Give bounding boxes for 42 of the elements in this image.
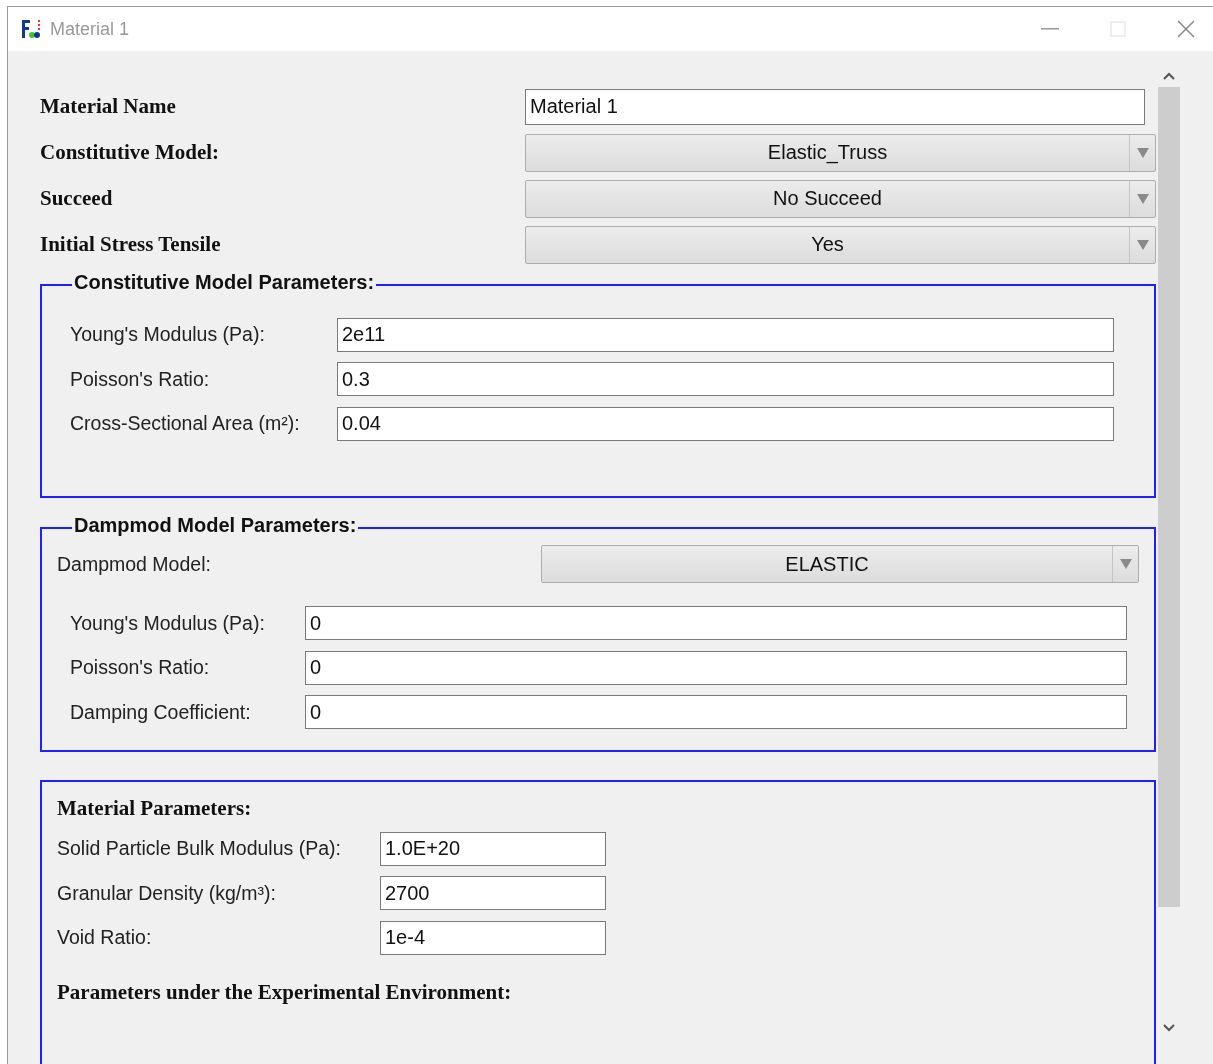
window-title: Material 1 <box>50 18 131 40</box>
text-field[interactable]: 2700 <box>380 876 606 911</box>
dropdown[interactable]: ELASTIC <box>541 545 1139 583</box>
dropdown-arrow-icon <box>1135 146 1150 159</box>
field-label: Dampmod Model: <box>57 552 212 576</box>
field-label: Cross-Sectional Area (m²): <box>70 412 301 436</box>
text-field[interactable]: 1.0E+20 <box>380 831 606 866</box>
maximize-icon <box>1110 21 1126 37</box>
text-field[interactable]: Material 1 <box>525 88 1145 125</box>
minimize-icon <box>1041 28 1059 30</box>
field-label: Poisson's Ratio: <box>70 656 211 680</box>
field-label: Material Name <box>40 94 177 120</box>
field-label: Poisson's Ratio: <box>70 367 211 391</box>
text-field[interactable]: 0 <box>305 650 1127 685</box>
dropdown[interactable]: No Succeed <box>525 179 1156 218</box>
scroll-up-icon[interactable] <box>1162 71 1176 81</box>
text-field[interactable]: 0.04 <box>337 406 1114 441</box>
text-field[interactable]: 0 <box>305 695 1127 730</box>
field-label: Damping Coefficient: <box>70 700 252 724</box>
section-heading: Parameters under the Experimental Environment: <box>57 980 513 1006</box>
dropdown[interactable]: Elastic_Truss <box>525 133 1156 172</box>
section-heading: Material Parameters: <box>57 795 253 821</box>
text-field[interactable]: 2e11 <box>337 317 1114 352</box>
field-label: Granular Density (kg/m³): <box>57 881 277 905</box>
text-field[interactable]: 1e-4 <box>380 920 606 955</box>
field-label: Initial Stress Tensile <box>40 232 222 258</box>
group-title: Dampmod Model Parameters: <box>72 514 359 537</box>
text-field[interactable]: 0.3 <box>337 362 1114 397</box>
text-field[interactable]: 0 <box>305 606 1127 641</box>
field-label: Constitutive Model: <box>40 140 221 166</box>
dropdown-arrow-icon <box>1135 192 1150 205</box>
scroll-down-icon[interactable] <box>1162 1023 1176 1033</box>
dropdown-arrow-icon <box>1135 238 1150 251</box>
app-logo-icon <box>20 18 42 40</box>
field-label: Young's Modulus (Pa): <box>70 611 266 635</box>
field-label: Succeed <box>40 186 114 212</box>
field-label: Young's Modulus (Pa): <box>70 323 266 347</box>
dropdown[interactable]: Yes <box>525 225 1156 264</box>
close-icon <box>1177 20 1195 38</box>
field-label: Void Ratio: <box>57 926 153 950</box>
field-label: Solid Particle Bulk Modulus (Pa): <box>57 837 342 861</box>
dropdown-arrow-icon <box>1118 558 1133 570</box>
